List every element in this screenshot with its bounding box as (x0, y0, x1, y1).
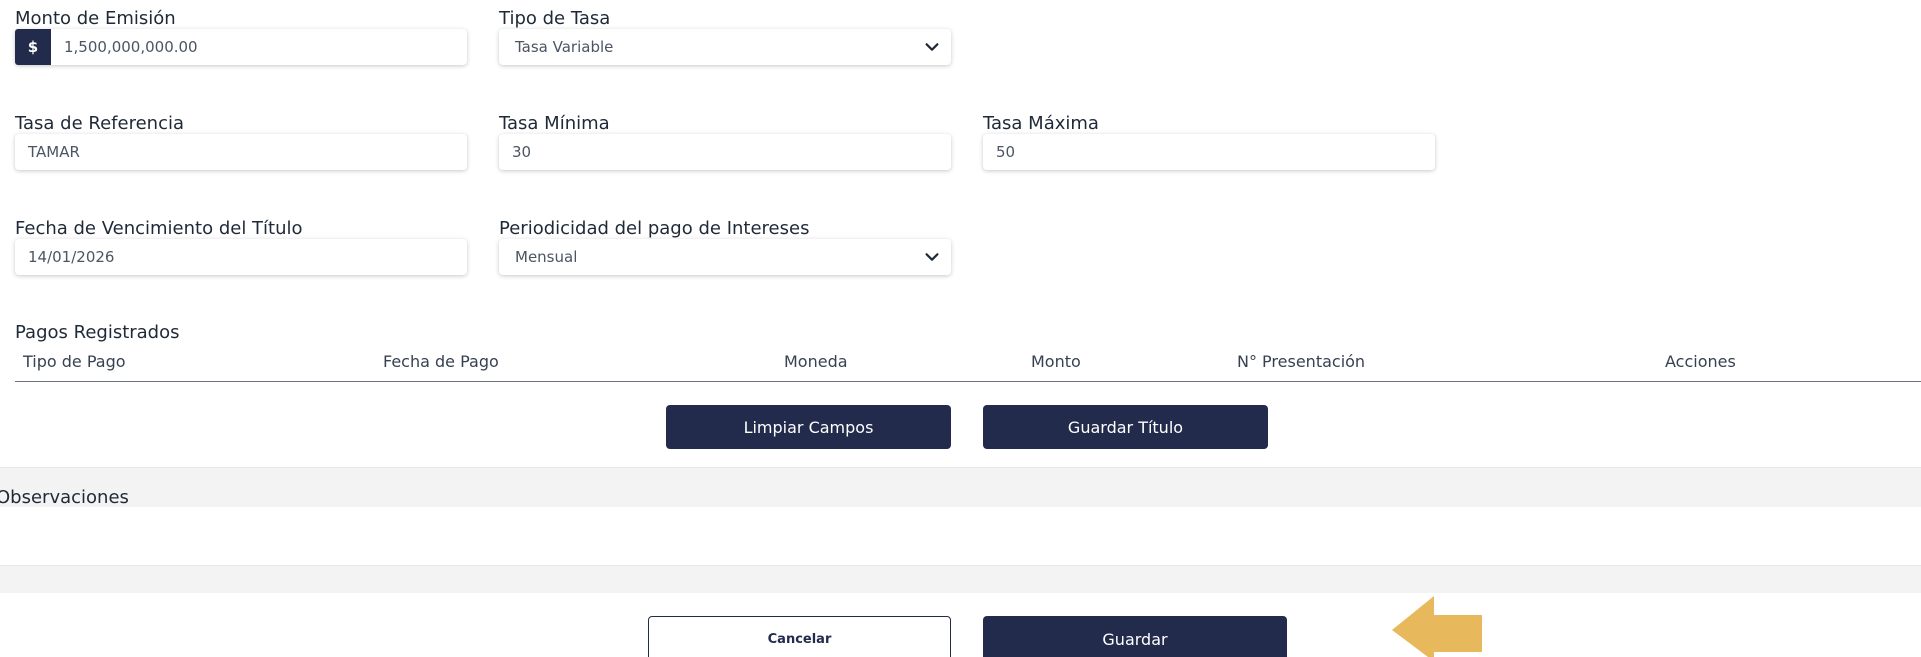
tipo-tasa-label: Tipo de Tasa (499, 8, 611, 29)
chevron-down-icon (925, 43, 939, 51)
fecha-vencimiento-label: Fecha de Vencimiento del Título (15, 218, 303, 239)
tasa-referencia-label: Tasa de Referencia (15, 113, 184, 134)
monto-emision-label: Monto de Emisión (15, 8, 176, 29)
limpiar-campos-button[interactable]: Limpiar Campos (666, 405, 951, 449)
tasa-maxima-label: Tasa Máxima (983, 113, 1099, 134)
observaciones-title: Observaciones (0, 487, 129, 508)
guardar-button[interactable]: Guardar (983, 616, 1287, 657)
currency-prefix: $ (15, 29, 51, 65)
titulo-form-page: Monto de Emisión $ 1,500,000,000.00 Tipo… (0, 0, 1921, 657)
tasa-referencia-input[interactable]: TAMAR (15, 134, 467, 170)
tasa-maxima-input[interactable]: 50 (983, 134, 1435, 170)
column-header-fecha-pago: Fecha de Pago (383, 352, 499, 371)
observaciones-header-band (0, 467, 1921, 507)
cancelar-button[interactable]: Cancelar (648, 616, 951, 657)
column-header-presentacion: N° Presentación (1237, 352, 1366, 371)
tasa-maxima-value: 50 (996, 143, 1016, 161)
column-header-monto: Monto (1031, 352, 1081, 371)
periodicidad-label: Periodicidad del pago de Intereses (499, 218, 810, 239)
fecha-vencimiento-input[interactable]: 14/01/2026 (15, 239, 467, 275)
periodicidad-value: Mensual (515, 248, 578, 266)
pagos-registrados-title: Pagos Registrados (15, 322, 180, 343)
column-header-moneda: Moneda (784, 352, 848, 371)
column-header-acciones: Acciones (1665, 352, 1736, 371)
chevron-down-icon (925, 253, 939, 261)
monto-emision-value: 1,500,000,000.00 (64, 38, 198, 56)
guardar-titulo-button[interactable]: Guardar Título (983, 405, 1268, 449)
arrow-left-icon (1392, 596, 1482, 657)
tipo-tasa-value: Tasa Variable (515, 38, 614, 56)
tasa-minima-input[interactable]: 30 (499, 134, 951, 170)
table-header-divider (15, 381, 1921, 382)
fecha-vencimiento-value: 14/01/2026 (28, 248, 115, 266)
observaciones-footer-band (0, 565, 1921, 593)
tasa-referencia-value: TAMAR (28, 143, 80, 161)
tipo-tasa-select[interactable]: Tasa Variable (499, 29, 951, 65)
tasa-minima-label: Tasa Mínima (499, 113, 610, 134)
tasa-minima-value: 30 (512, 143, 532, 161)
periodicidad-select[interactable]: Mensual (499, 239, 951, 275)
monto-emision-input[interactable]: $ 1,500,000,000.00 (15, 29, 467, 65)
observaciones-textarea[interactable] (0, 507, 1921, 565)
column-header-tipo-pago: Tipo de Pago (23, 352, 126, 371)
